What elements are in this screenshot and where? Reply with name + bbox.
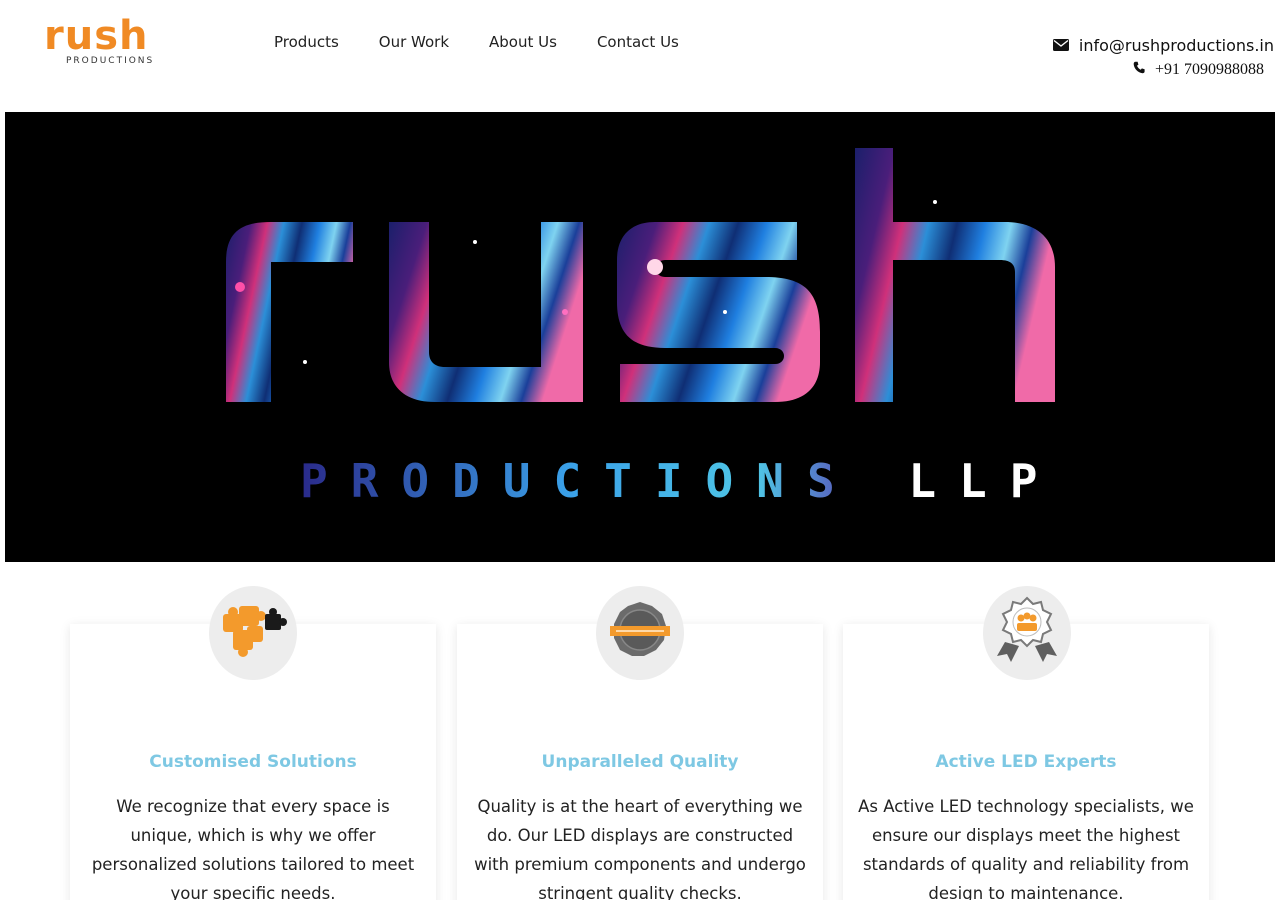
contact-phone-row[interactable]: +91 7090988088 xyxy=(1053,61,1274,79)
brand-logo[interactable]: rush PRODUCTIONS xyxy=(44,16,176,72)
hero-subtitle: PRODUCTIONS LLP xyxy=(300,454,1060,508)
expert-badge-icon xyxy=(983,586,1071,680)
quality-seal-icon xyxy=(596,586,684,680)
hero-banner: PRODUCTIONS LLP xyxy=(5,112,1275,562)
puzzle-icon xyxy=(209,586,297,680)
logo-subtitle: PRODUCTIONS xyxy=(66,56,155,66)
feature-description: As Active LED technology specialists, we… xyxy=(858,797,1194,900)
contact-info: info@rushproductions.in +91 7090988088 xyxy=(1052,36,1274,79)
feature-description: Quality is at the heart of everything we… xyxy=(474,797,806,900)
nav-link-our-work[interactable]: Our Work xyxy=(379,33,449,51)
feature-title: Active LED Experts xyxy=(935,752,1117,772)
nav-link-contact-us[interactable]: Contact Us xyxy=(597,33,679,51)
phone-icon xyxy=(1133,61,1145,79)
contact-email[interactable]: info@rushproductions.in xyxy=(1079,36,1274,55)
contact-email-row[interactable]: info@rushproductions.in xyxy=(1052,36,1274,55)
nav-link-about-us[interactable]: About Us xyxy=(489,33,557,51)
logo-wordmark: rush xyxy=(44,13,149,59)
feature-description: We recognize that every space is unique,… xyxy=(91,797,415,900)
hero-graphic: PRODUCTIONS LLP xyxy=(226,148,1060,508)
site-header: rush PRODUCTIONS Products Our Work About… xyxy=(0,0,1280,112)
nav-link-products[interactable]: Products xyxy=(274,33,339,51)
main-nav: Products Our Work About Us Contact Us xyxy=(274,33,679,51)
feature-title: Unparalleled Quality xyxy=(541,752,739,772)
hero-wordmark xyxy=(226,148,1055,402)
feature-title: Customised Solutions xyxy=(149,752,357,772)
contact-phone[interactable]: +91 7090988088 xyxy=(1155,61,1264,79)
envelope-icon xyxy=(1052,36,1069,55)
